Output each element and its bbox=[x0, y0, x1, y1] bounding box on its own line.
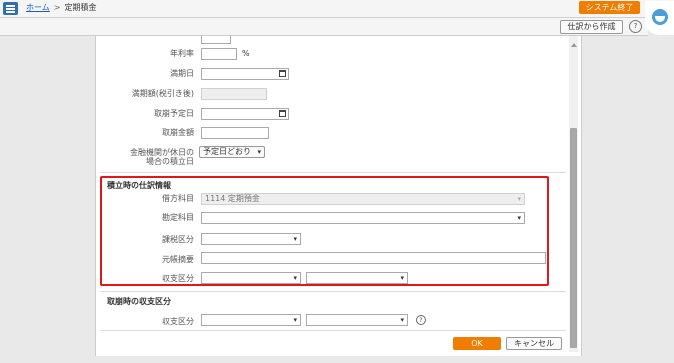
holiday-label-line2: 場合の積立日 bbox=[146, 157, 194, 166]
scrollbar-thumb[interactable] bbox=[570, 128, 577, 348]
breadcrumb-separator: > bbox=[53, 3, 61, 12]
divider bbox=[100, 330, 566, 331]
withdraw-date-input[interactable] bbox=[201, 108, 289, 120]
top-bar: ホーム > 定期積金 システム終了 bbox=[0, 0, 674, 18]
withdraw-amount-label: 取崩金額 bbox=[162, 128, 194, 137]
withdraw-balance-select-1[interactable] bbox=[201, 314, 301, 326]
divider bbox=[100, 172, 566, 173]
assistant-avatar[interactable] bbox=[645, 1, 674, 35]
calendar-icon[interactable] bbox=[279, 110, 286, 117]
annual-rate-label: 年利率 bbox=[170, 49, 194, 58]
holiday-select-value: 予定日どおり bbox=[203, 147, 251, 156]
withdraw-balance-select-2[interactable] bbox=[306, 314, 408, 326]
annual-rate-unit: % bbox=[242, 49, 250, 58]
annual-rate-input[interactable] bbox=[201, 48, 237, 60]
withdraw-balance-label: 収支区分 bbox=[162, 317, 194, 326]
maturity-amount-label: 満期額(税引き後) bbox=[131, 89, 194, 98]
hamburger-menu-icon[interactable] bbox=[3, 2, 18, 15]
maturity-date-input[interactable] bbox=[201, 68, 289, 80]
calendar-icon[interactable] bbox=[279, 70, 286, 77]
toolbar: 仕訳から作成 ? bbox=[0, 18, 648, 36]
ok-button[interactable]: OK bbox=[453, 337, 501, 350]
create-from-journal-button[interactable]: 仕訳から作成 bbox=[560, 20, 623, 34]
journal-section-highlight bbox=[100, 176, 549, 286]
breadcrumb-current: 定期積金 bbox=[64, 3, 97, 12]
help-icon[interactable]: ? bbox=[416, 315, 426, 325]
vertical-scrollbar[interactable] bbox=[569, 36, 578, 352]
divider bbox=[100, 291, 566, 292]
withdraw-section-title: 取崩時の収支区分 bbox=[107, 297, 171, 306]
holiday-select[interactable]: 予定日どおり bbox=[199, 146, 265, 158]
breadcrumb-home-link[interactable]: ホーム bbox=[26, 3, 50, 12]
previous-field[interactable] bbox=[201, 36, 231, 44]
maturity-amount-field bbox=[201, 88, 267, 100]
help-icon[interactable]: ? bbox=[629, 20, 642, 33]
scroll-up-arrow-icon[interactable] bbox=[571, 43, 577, 47]
system-exit-button[interactable]: システム終了 bbox=[579, 1, 640, 14]
breadcrumb: ホーム > 定期積金 bbox=[26, 3, 96, 13]
withdraw-amount-input[interactable] bbox=[201, 127, 269, 139]
cancel-button[interactable]: キャンセル bbox=[506, 337, 562, 350]
assistant-face-icon bbox=[652, 9, 668, 25]
maturity-date-label: 満期日 bbox=[170, 69, 194, 78]
withdraw-date-label: 取崩予定日 bbox=[154, 109, 194, 118]
